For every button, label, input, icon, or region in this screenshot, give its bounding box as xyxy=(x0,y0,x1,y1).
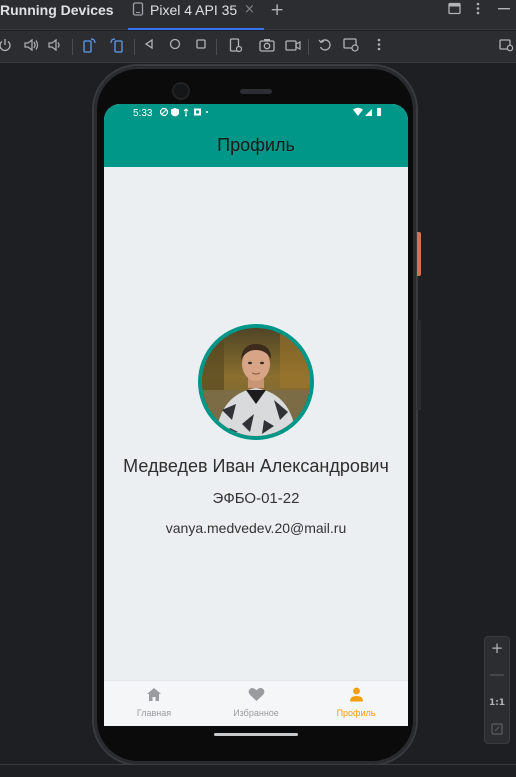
profile-email: vanya.medvedev.20@mail.ru xyxy=(165,520,347,536)
status-time: 5:33 xyxy=(133,108,153,119)
device-screen[interactable]: 5:33 Профиль Медведев Иван Александрович… xyxy=(104,104,408,726)
zoom-controls: + — 1:1 xyxy=(484,636,510,744)
home-icon xyxy=(104,687,204,703)
profile-name: Медведев Иван Александрович xyxy=(123,456,389,476)
volume-up-icon[interactable] xyxy=(22,38,40,56)
gesture-home-indicator[interactable] xyxy=(214,733,298,736)
ide-tab-bar: Running Devices Pixel 4 API 35 × + xyxy=(0,0,516,30)
power-icon[interactable] xyxy=(0,38,14,56)
tab-close-icon[interactable]: × xyxy=(244,2,255,17)
snapshot-icon[interactable] xyxy=(342,38,360,56)
minimize-icon[interactable] xyxy=(498,2,510,19)
rotate-right-icon[interactable] xyxy=(108,38,126,56)
reset-icon[interactable] xyxy=(316,38,334,56)
nav-item-profile[interactable]: Профиль xyxy=(306,681,406,726)
nav-label-favorites: Избранное xyxy=(233,708,279,718)
status-system-icons xyxy=(352,107,386,120)
add-tab-icon[interactable]: + xyxy=(270,0,284,20)
actual-size-button[interactable]: 1:1 xyxy=(485,698,509,708)
ide-window: Running Devices Pixel 4 API 35 × + 5:33 … xyxy=(0,0,516,777)
device-volume-rocker[interactable] xyxy=(417,320,421,410)
front-camera xyxy=(174,84,188,98)
home-icon[interactable] xyxy=(166,38,184,56)
status-bar: 5:33 xyxy=(104,104,408,126)
device-tab-icon xyxy=(132,2,144,20)
device-power-button[interactable] xyxy=(417,232,421,276)
toolbar-separator xyxy=(134,39,135,55)
overview-icon[interactable] xyxy=(192,38,210,56)
camera-icon[interactable] xyxy=(258,38,276,56)
person-icon xyxy=(306,687,406,703)
window-layout-icon[interactable] xyxy=(448,2,461,19)
fit-screen-icon[interactable] xyxy=(485,721,509,739)
profile-group: ЭФБО-01-22 xyxy=(212,490,300,507)
rotate-left-icon[interactable] xyxy=(80,38,98,56)
earpiece-speaker xyxy=(240,89,272,94)
nav-item-home[interactable]: Главная xyxy=(104,681,204,726)
device-tab-label: Pixel 4 API 35 xyxy=(150,2,238,18)
heart-icon xyxy=(206,687,306,703)
screenshot-icon[interactable] xyxy=(226,38,244,56)
more-icon[interactable] xyxy=(370,38,388,56)
bottom-navigation: Главная Избранное Профиль xyxy=(104,680,408,726)
emulator-toolbar xyxy=(0,31,516,63)
device-manager-icon[interactable] xyxy=(498,38,516,56)
volume-down-icon[interactable] xyxy=(46,38,64,56)
zoom-out-button[interactable]: — xyxy=(485,665,509,683)
nav-item-favorites[interactable]: Избранное xyxy=(206,681,306,726)
avatar xyxy=(198,324,314,440)
ide-status-strip xyxy=(0,764,516,777)
nav-label-profile: Профиль xyxy=(336,708,376,718)
zoom-in-button[interactable]: + xyxy=(485,639,509,657)
nav-label-home: Главная xyxy=(136,708,172,718)
panel-title: Running Devices xyxy=(0,2,114,18)
back-icon[interactable] xyxy=(140,38,158,56)
status-notification-icons xyxy=(159,107,208,120)
app-bar: Профиль xyxy=(104,126,408,167)
more-options-icon[interactable] xyxy=(476,2,480,19)
avatar-photo xyxy=(202,328,310,436)
toolbar-separator xyxy=(72,39,73,55)
toolbar-separator xyxy=(308,39,309,55)
toolbar-separator xyxy=(216,39,217,55)
screen-record-icon[interactable] xyxy=(284,38,302,56)
tab-device[interactable]: Pixel 4 API 35 × xyxy=(128,0,264,30)
page-title: Профиль xyxy=(217,135,295,155)
